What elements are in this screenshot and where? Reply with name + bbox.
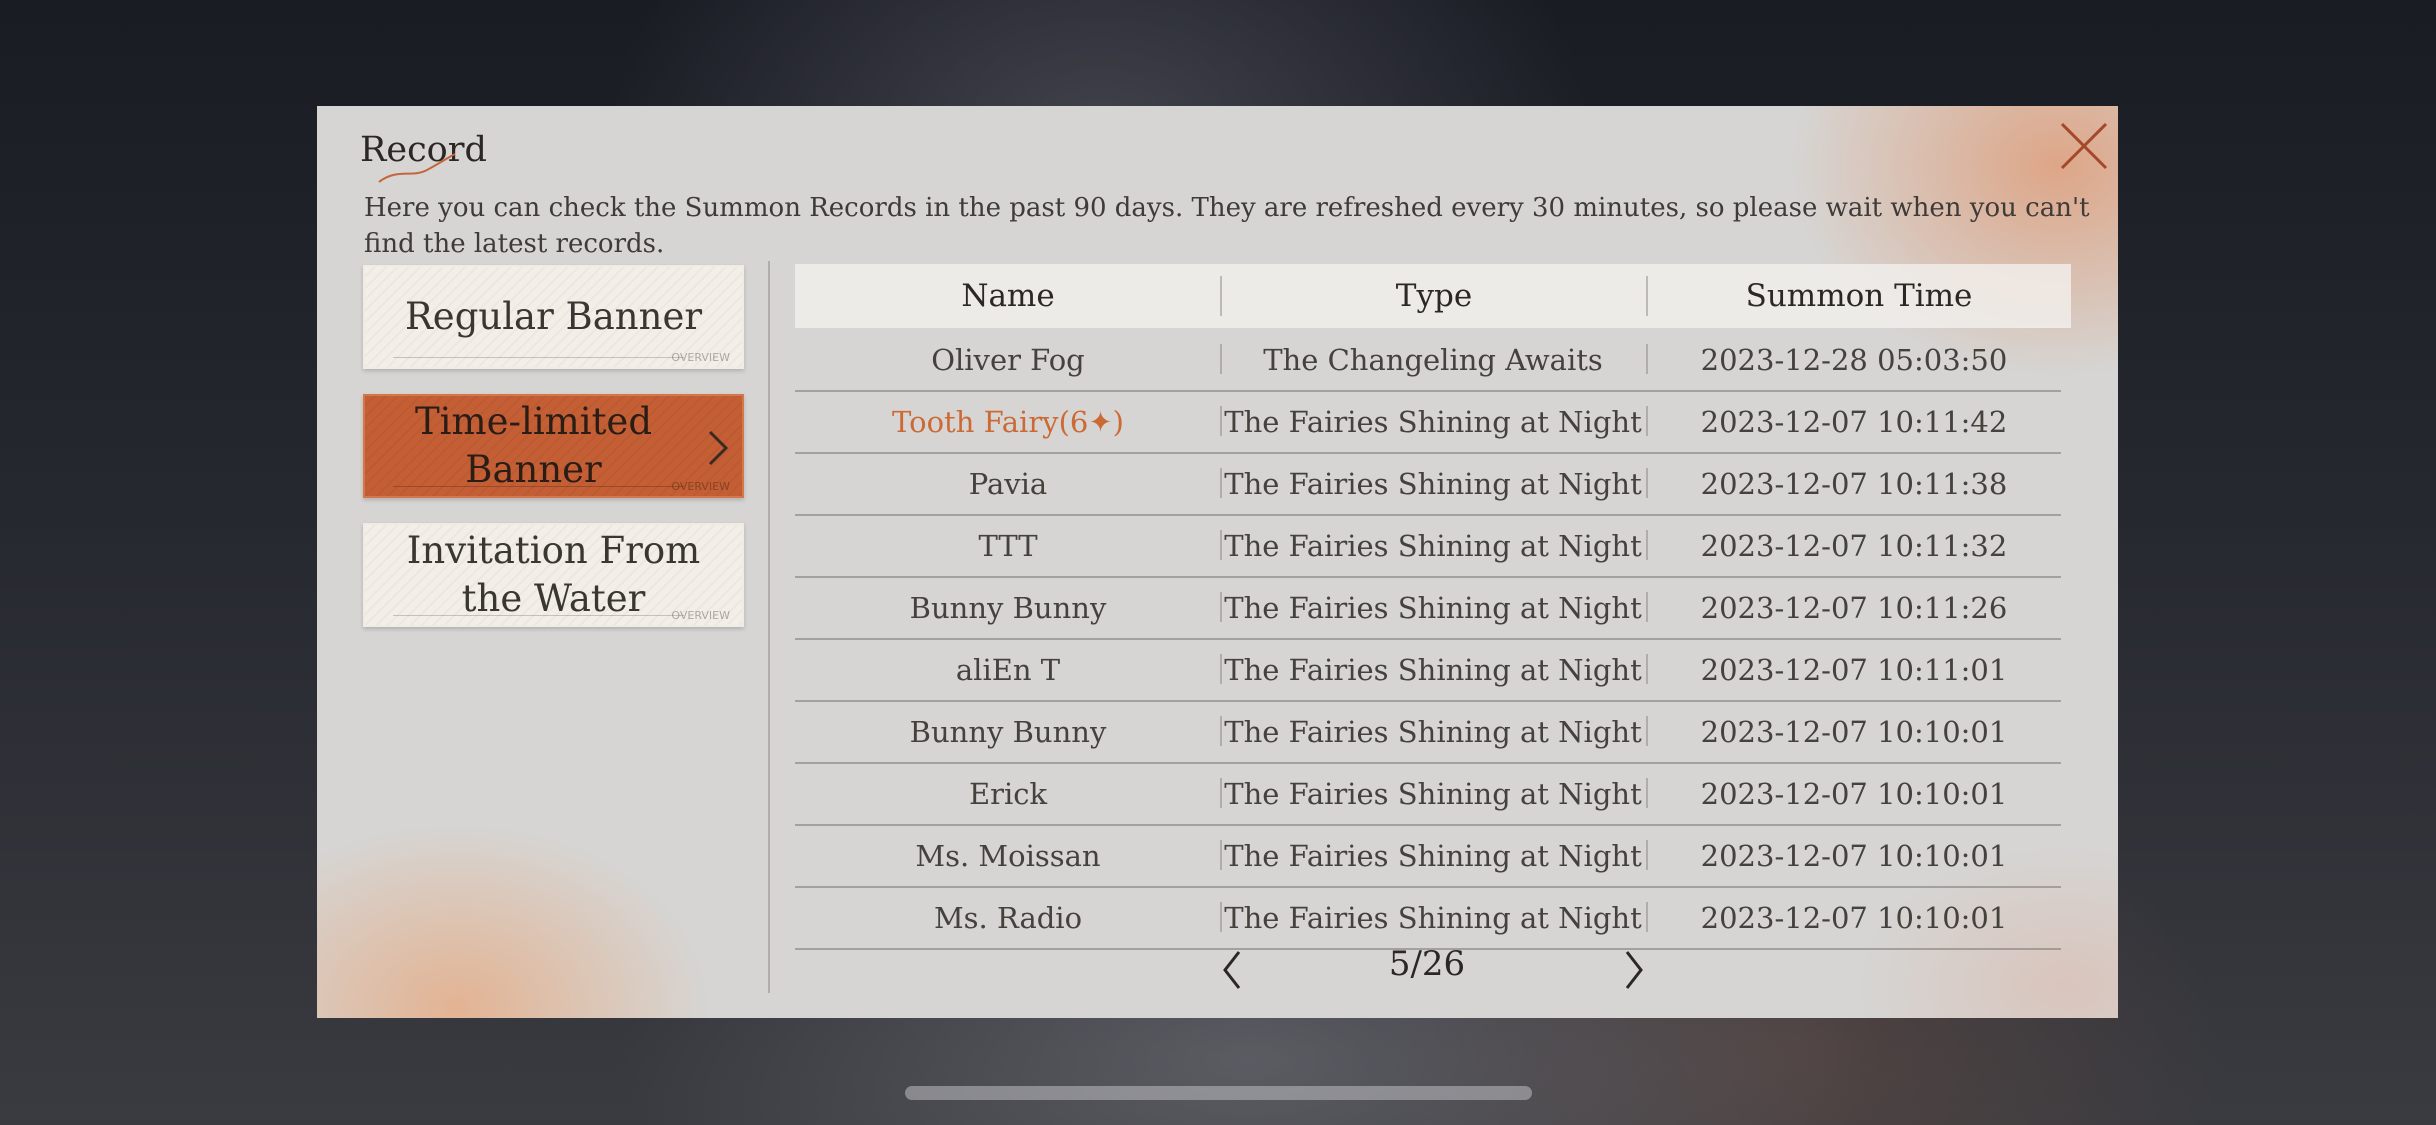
time-limited-banner-button[interactable]: Time-limited Banner OVERVIEW xyxy=(363,394,744,498)
chevron-right-icon xyxy=(1625,951,1643,989)
row-time: 2023-12-07 10:11:01 xyxy=(1700,653,2008,687)
row-name: Bunny Bunny xyxy=(909,715,1107,749)
column-header-name: Name xyxy=(961,278,1055,314)
row-time: 2023-12-07 10:10:01 xyxy=(1700,901,2008,935)
decorative-line xyxy=(393,486,684,487)
row-type: The Fairies Shining at Night xyxy=(1224,715,1642,749)
row-name: Erick xyxy=(968,777,1048,811)
chevron-left-icon xyxy=(1223,951,1241,989)
page-indicator: 5/26 xyxy=(1388,944,1466,984)
row-time: 2023-12-07 10:11:26 xyxy=(1700,591,2008,625)
row-name: Oliver Fog xyxy=(931,343,1085,377)
row-time: 2023-12-07 10:11:32 xyxy=(1700,529,2008,563)
table-row: Pavia The Fairies Shining at Night 2023-… xyxy=(795,454,2061,516)
table-row: Erick The Fairies Shining at Night 2023-… xyxy=(795,764,2061,826)
record-description: Here you can check the Summon Records in… xyxy=(364,193,2090,259)
table-row: aliEn T The Fairies Shining at Night 202… xyxy=(795,640,2061,702)
table-row: Oliver Fog The Changeling Awaits 2023-12… xyxy=(795,330,2061,392)
table-row: Ms. Moissan The Fairies Shining at Night… xyxy=(795,826,2061,888)
row-type: The Fairies Shining at Night xyxy=(1224,529,1642,563)
decorative-overview-text: OVERVIEW xyxy=(671,609,730,622)
row-name: aliEn T xyxy=(955,653,1061,687)
table-header: Name Type Summon Time xyxy=(795,264,2071,328)
table-row: Bunny Bunny The Fairies Shining at Night… xyxy=(795,578,2061,640)
decorative-line xyxy=(393,615,684,616)
panel-divider xyxy=(768,261,770,993)
banner-label: Regular Banner xyxy=(404,295,703,338)
table-row: Ms. Radio The Fairies Shining at Night 2… xyxy=(795,888,2061,950)
table-row: Bunny Bunny The Fairies Shining at Night… xyxy=(795,702,2061,764)
column-header-type: Type xyxy=(1395,278,1473,314)
close-icon xyxy=(2060,122,2108,170)
title-underline-decoration xyxy=(378,153,456,183)
record-dialog: Record Here you can check the Summon Rec… xyxy=(317,106,2118,1018)
row-name: Bunny Bunny xyxy=(909,591,1107,625)
decorative-overview-text: OVERVIEW xyxy=(671,351,730,364)
decorative-line xyxy=(393,357,684,358)
row-time: 2023-12-07 10:10:01 xyxy=(1700,777,2008,811)
row-type: The Fairies Shining at Night xyxy=(1224,777,1642,811)
row-time: 2023-12-07 10:11:42 xyxy=(1700,405,2008,439)
row-name: Pavia xyxy=(968,467,1048,501)
column-header-summon-time: Summon Time xyxy=(1745,278,1973,314)
row-name: Tooth Fairy(6✦) xyxy=(892,405,1124,439)
record-table-body: Oliver Fog The Changeling Awaits 2023-12… xyxy=(795,330,2061,950)
decorative-overview-text: OVERVIEW xyxy=(671,480,730,493)
close-button[interactable] xyxy=(2052,114,2112,174)
table-row: Tooth Fairy(6✦) The Fairies Shining at N… xyxy=(795,392,2061,454)
row-type: The Fairies Shining at Night xyxy=(1224,839,1642,873)
row-name: TTT xyxy=(978,529,1038,563)
table-row: TTT The Fairies Shining at Night 2023-12… xyxy=(795,516,2061,578)
row-name: Ms. Radio xyxy=(933,901,1083,935)
next-page-button[interactable] xyxy=(1617,946,1651,994)
row-type: The Fairies Shining at Night xyxy=(1224,405,1642,439)
row-type: The Fairies Shining at Night xyxy=(1224,467,1642,501)
home-indicator[interactable] xyxy=(905,1086,1532,1100)
row-type: The Changeling Awaits xyxy=(1263,343,1603,377)
row-time: 2023-12-07 10:10:01 xyxy=(1700,839,2008,873)
row-type: The Fairies Shining at Night xyxy=(1224,653,1642,687)
row-name: Ms. Moissan xyxy=(915,839,1101,873)
row-type: The Fairies Shining at Night xyxy=(1224,901,1642,935)
row-type: The Fairies Shining at Night xyxy=(1224,591,1642,625)
invitation-banner-button[interactable]: Invitation From the Water OVERVIEW xyxy=(363,523,744,627)
regular-banner-button[interactable]: Regular Banner OVERVIEW xyxy=(363,265,744,369)
row-time: 2023-12-28 05:03:50 xyxy=(1700,343,2008,377)
row-time: 2023-12-07 10:11:38 xyxy=(1700,467,2008,501)
previous-page-button[interactable] xyxy=(1215,946,1249,994)
row-time: 2023-12-07 10:10:01 xyxy=(1700,715,2008,749)
chevron-right-icon xyxy=(708,430,729,466)
